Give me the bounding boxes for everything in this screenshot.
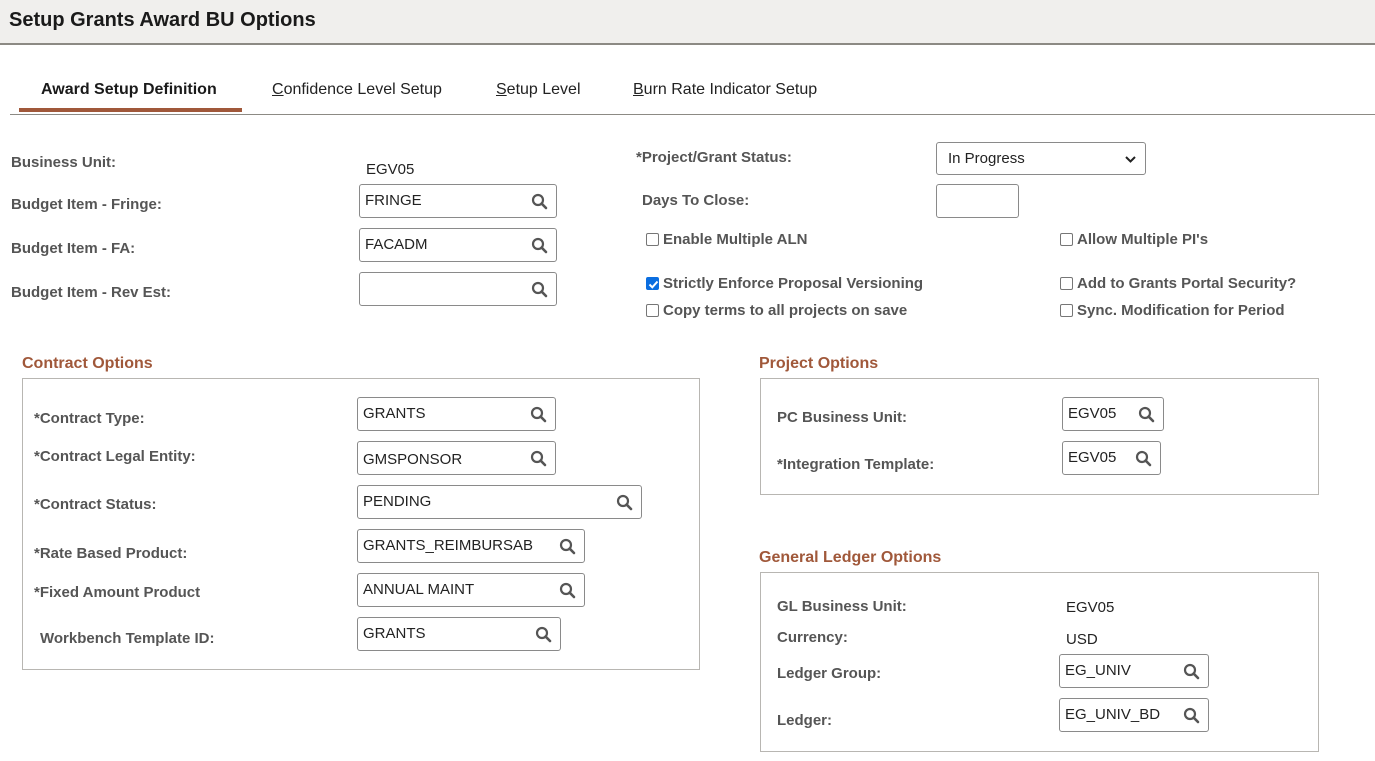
contract-options-title: Contract Options bbox=[22, 355, 153, 372]
project-grant-status-label: *Project/Grant Status: bbox=[636, 149, 792, 166]
checkbox-unchecked-icon[interactable] bbox=[646, 233, 659, 246]
allow-multiple-pis-checkbox[interactable]: Allow Multiple PI's bbox=[1060, 231, 1208, 248]
ledger-label: Ledger: bbox=[777, 712, 833, 729]
workbench-template-id-label: Workbench Template ID: bbox=[40, 630, 215, 647]
search-icon[interactable] bbox=[531, 237, 548, 254]
strictly-enforce-label: Strictly Enforce Proposal Versioning bbox=[663, 275, 924, 292]
search-icon[interactable] bbox=[530, 450, 547, 467]
chevron-down-icon bbox=[1125, 156, 1136, 163]
active-tab-indicator bbox=[19, 108, 242, 112]
budget-item-fa-label: Budget Item - FA: bbox=[11, 240, 136, 257]
checkbox-unchecked-icon[interactable] bbox=[1060, 304, 1073, 317]
tab-burn-rate-indicator-setup[interactable]: Burn Rate Indicator Setup bbox=[633, 81, 817, 99]
checkbox-unchecked-icon[interactable] bbox=[1060, 277, 1073, 290]
integration-template-value: EGV05 bbox=[1068, 449, 1117, 466]
fixed-amount-product-label: *Fixed Amount Product bbox=[34, 584, 201, 601]
workbench-template-id-field[interactable]: GRANTS bbox=[357, 617, 561, 651]
ledger-value: EG_UNIV_BD bbox=[1065, 706, 1161, 723]
tab-bar: Award Setup Definition Confidence Level … bbox=[10, 72, 1375, 115]
enable-multiple-aln-checkbox[interactable]: Enable Multiple ALN bbox=[646, 231, 807, 248]
ledger-group-label: Ledger Group: bbox=[777, 665, 882, 682]
tab-award-setup-definition[interactable]: Award Setup Definition bbox=[41, 81, 217, 99]
contract-type-label: *Contract Type: bbox=[34, 410, 145, 427]
contract-status-label: *Contract Status: bbox=[34, 496, 157, 513]
tab-label: etup Level bbox=[506, 81, 581, 98]
tab-label: onfidence Level Setup bbox=[283, 81, 442, 98]
budget-item-rev-est-field[interactable] bbox=[359, 272, 557, 306]
search-icon[interactable] bbox=[530, 406, 547, 423]
checkbox-unchecked-icon[interactable] bbox=[646, 304, 659, 317]
strictly-enforce-proposal-versioning-checkbox[interactable]: Strictly Enforce Proposal Versioning bbox=[646, 275, 923, 292]
copy-terms-checkbox[interactable]: Copy terms to all projects on save bbox=[646, 302, 907, 319]
pc-business-unit-field[interactable]: EGV05 bbox=[1062, 397, 1164, 431]
budget-item-fa-field[interactable]: FACADM bbox=[359, 228, 557, 262]
add-to-grants-portal-security-checkbox[interactable]: Add to Grants Portal Security? bbox=[1060, 275, 1296, 292]
rate-based-product-value: GRANTS_REIMBURSAB bbox=[363, 537, 534, 554]
search-icon[interactable] bbox=[1135, 450, 1152, 467]
workbench-template-id-value: GRANTS bbox=[363, 625, 426, 642]
budget-item-fringe-value: FRINGE bbox=[365, 192, 422, 209]
rate-based-product-field[interactable]: GRANTS_REIMBURSAB bbox=[357, 529, 585, 563]
search-icon[interactable] bbox=[559, 538, 576, 555]
contract-status-field[interactable]: PENDING bbox=[357, 485, 642, 519]
business-unit-value: EGV05 bbox=[366, 161, 415, 178]
search-icon[interactable] bbox=[1183, 663, 1200, 680]
tab-confidence-level-setup[interactable]: Confidence Level Setup bbox=[272, 81, 442, 99]
tab-accesskey: C bbox=[272, 81, 284, 98]
enable-multiple-aln-label: Enable Multiple ALN bbox=[663, 231, 808, 248]
contract-type-value: GRANTS bbox=[363, 405, 426, 422]
project-options-group bbox=[760, 378, 1319, 495]
fixed-amount-product-value: ANNUAL MAINT bbox=[363, 581, 475, 598]
search-icon[interactable] bbox=[531, 193, 548, 210]
sync-modification-checkbox[interactable]: Sync. Modification for Period bbox=[1060, 302, 1285, 319]
integration-template-label: *Integration Template: bbox=[777, 456, 935, 473]
pc-business-unit-value: EGV05 bbox=[1068, 405, 1117, 422]
copy-terms-label: Copy terms to all projects on save bbox=[663, 302, 908, 319]
contract-legal-entity-label: *Contract Legal Entity: bbox=[34, 448, 196, 465]
search-icon[interactable] bbox=[559, 582, 576, 599]
business-unit-label: Business Unit: bbox=[11, 154, 117, 171]
currency-value: USD bbox=[1066, 631, 1098, 648]
ledger-field[interactable]: EG_UNIV_BD bbox=[1059, 698, 1209, 732]
project-grant-status-select[interactable]: In Progress bbox=[936, 142, 1146, 175]
tab-label: urn Rate Indicator Setup bbox=[643, 81, 818, 98]
fixed-amount-product-field[interactable]: ANNUAL MAINT bbox=[357, 573, 585, 607]
search-icon[interactable] bbox=[1183, 707, 1200, 724]
budget-item-fa-value: FACADM bbox=[365, 236, 428, 253]
contract-status-value: PENDING bbox=[363, 493, 432, 510]
add-to-portal-label: Add to Grants Portal Security? bbox=[1077, 275, 1297, 292]
page-title: Setup Grants Award BU Options bbox=[9, 9, 316, 31]
pc-business-unit-label: PC Business Unit: bbox=[777, 409, 908, 426]
budget-item-rev-est-label: Budget Item - Rev Est: bbox=[11, 284, 172, 301]
page-header: Setup Grants Award BU Options bbox=[0, 0, 1375, 45]
search-icon[interactable] bbox=[616, 494, 633, 511]
gl-business-unit-value: EGV05 bbox=[1066, 599, 1115, 616]
tab-accesskey: S bbox=[496, 81, 507, 98]
days-to-close-label: Days To Close: bbox=[642, 192, 750, 209]
project-options-title: Project Options bbox=[759, 355, 879, 372]
budget-item-fringe-label: Budget Item - Fringe: bbox=[11, 196, 162, 213]
contract-type-field[interactable]: GRANTS bbox=[357, 397, 556, 431]
contract-legal-entity-value: GMSPONSOR bbox=[363, 451, 463, 468]
tab-accesskey: B bbox=[633, 81, 644, 98]
gl-options-title: General Ledger Options bbox=[759, 549, 942, 566]
rate-based-product-label: *Rate Based Product: bbox=[34, 545, 188, 562]
contract-legal-entity-field[interactable]: GMSPONSOR bbox=[357, 441, 556, 475]
currency-label: Currency: bbox=[777, 629, 848, 646]
gl-business-unit-label: GL Business Unit: bbox=[777, 598, 907, 615]
search-icon[interactable] bbox=[535, 626, 552, 643]
integration-template-field[interactable]: EGV05 bbox=[1062, 441, 1161, 475]
checkbox-unchecked-icon[interactable] bbox=[1060, 233, 1073, 246]
search-icon[interactable] bbox=[1138, 406, 1155, 423]
sync-modification-label: Sync. Modification for Period bbox=[1077, 302, 1285, 319]
checkbox-checked-icon[interactable] bbox=[646, 277, 659, 290]
project-grant-status-value: In Progress bbox=[948, 150, 1025, 167]
ledger-group-value: EG_UNIV bbox=[1065, 662, 1131, 679]
allow-multiple-pis-label: Allow Multiple PI's bbox=[1077, 231, 1209, 248]
days-to-close-input[interactable] bbox=[936, 184, 1019, 218]
budget-item-fringe-field[interactable]: FRINGE bbox=[359, 184, 557, 218]
tab-setup-level[interactable]: Setup Level bbox=[496, 81, 581, 99]
search-icon[interactable] bbox=[531, 281, 548, 298]
ledger-group-field[interactable]: EG_UNIV bbox=[1059, 654, 1209, 688]
